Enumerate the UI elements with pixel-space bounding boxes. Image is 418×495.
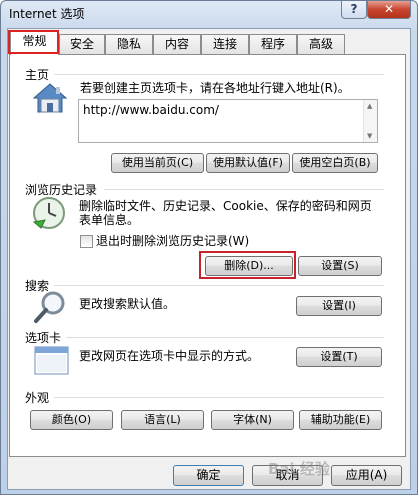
magnifier-icon — [34, 291, 65, 323]
delete-history-button[interactable]: 删除(D)... — [205, 256, 293, 276]
delete-on-exit-label[interactable]: 退出时删除浏览历史记录(W) — [96, 234, 249, 249]
title-bar[interactable]: Internet 选项 ? ✕ — [1, 1, 417, 27]
tab-programs[interactable]: 程序 — [249, 34, 297, 54]
house-icon — [32, 83, 68, 113]
delete-on-exit-checkbox[interactable] — [80, 235, 93, 248]
scroll-down-icon[interactable]: ▼ — [367, 132, 372, 140]
section-divider — [54, 285, 384, 286]
home-page-url-input[interactable]: http://www.baidu.com/ ▲ ▼ — [78, 99, 378, 143]
use-current-button[interactable]: 使用当前页(C) — [111, 153, 204, 173]
close-button[interactable]: ✕ — [367, 1, 411, 19]
search-settings-button[interactable]: 设置(I) — [296, 296, 382, 316]
ok-button[interactable]: 确定 — [173, 465, 244, 486]
tabs-settings-button[interactable]: 设置(T) — [296, 347, 382, 367]
colors-button[interactable]: 颜色(O) — [30, 410, 113, 430]
home-section-label: 主页 — [25, 68, 50, 82]
tab-privacy[interactable]: 隐私 — [105, 34, 153, 54]
tab-security[interactable]: 安全 — [59, 34, 105, 54]
apply-button[interactable]: 应用(A) — [331, 465, 402, 486]
use-default-button[interactable]: 使用默认值(F) — [206, 153, 290, 173]
tab-content[interactable]: 内容 — [153, 34, 201, 54]
tab-connections[interactable]: 连接 — [201, 34, 249, 54]
history-settings-button[interactable]: 设置(S) — [298, 256, 382, 276]
use-blank-button[interactable]: 使用空白页(B) — [292, 153, 378, 173]
clock-icon — [32, 197, 65, 229]
languages-button[interactable]: 语言(L) — [121, 410, 204, 430]
watermark: Bai 经验 — [268, 460, 330, 478]
accessibility-button[interactable]: 辅助功能(E) — [299, 410, 382, 430]
history-description-line1: 删除临时文件、历史记录、Cookie、保存的密码和网页 — [79, 199, 372, 213]
section-divider — [104, 189, 384, 190]
fonts-button[interactable]: 字体(N) — [211, 410, 294, 430]
section-divider — [66, 337, 384, 338]
section-divider — [54, 74, 384, 75]
window-icon — [34, 346, 69, 375]
section-divider — [54, 397, 384, 398]
search-description: 更改搜索默认值。 — [79, 297, 176, 311]
tabs-description: 更改网页在选项卡中显示的方式。 — [79, 349, 260, 363]
home-page-url: http://www.baidu.com/ — [83, 103, 219, 117]
history-description-line2: 表单信息。 — [79, 213, 140, 227]
window-title: Internet 选项 — [9, 7, 85, 21]
appearance-section-label: 外观 — [25, 391, 50, 405]
url-scrollbar[interactable]: ▲ ▼ — [363, 100, 377, 142]
scroll-up-icon[interactable]: ▲ — [367, 102, 372, 110]
home-description: 若要创建主页选项卡，请在各地址行键入地址(R)。 — [80, 81, 350, 95]
tab-advanced[interactable]: 高级 — [297, 34, 345, 54]
tab-general[interactable]: 常规 — [10, 31, 59, 55]
help-button[interactable]: ? — [341, 1, 367, 19]
